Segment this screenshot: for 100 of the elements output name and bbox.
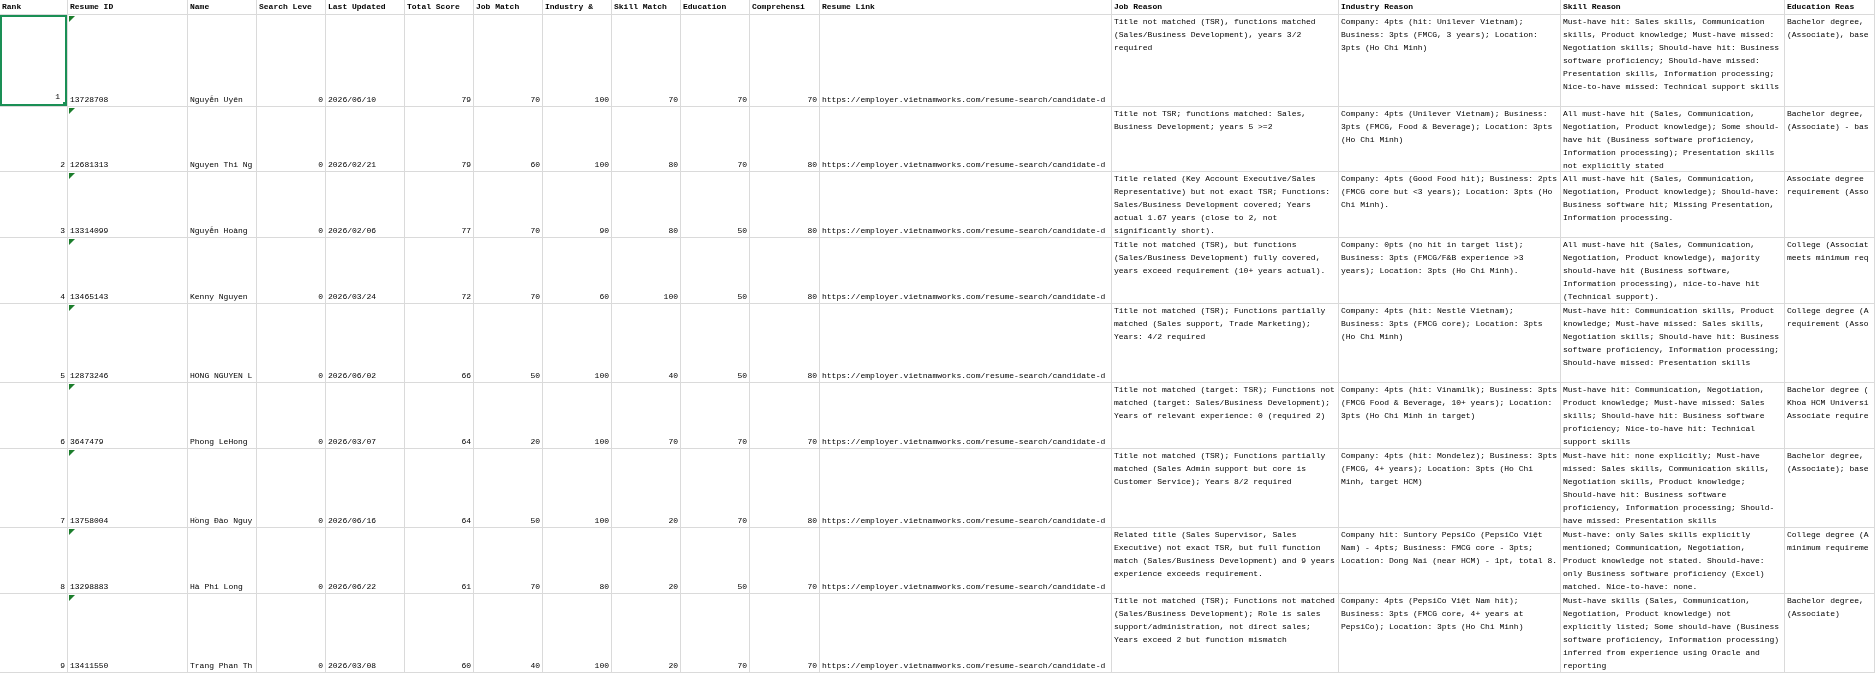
- table-cell: Company hit: Suntory PepsiCo (PepsiCo Việt Nam) - 4pts; Business: FMCG core - 3pts; Location: Dong Nai (near HCM) - 1pt, total 8.: [1339, 528, 1561, 594]
- column-header: Resume Link: [820, 0, 1112, 15]
- table-cell: 70: [681, 107, 750, 172]
- column-header: Skill Match: [612, 0, 681, 15]
- table-cell: Company: 4pts (hit: Nestlé Vietnam); Business: 3pts (FMCG core); Location: 3pts (Ho Chi Minh): [1339, 304, 1561, 383]
- column-header: Job Reason: [1112, 0, 1339, 15]
- column-header: Comprehensi: [750, 0, 820, 15]
- table-cell: 0: [257, 594, 326, 673]
- table-cell: Related title (Sales Supervisor, Sales Executive) not exact TSR, but full function match (Sales/Business Development) and 9 years experience exceeds requirement.: [1112, 528, 1339, 594]
- table-cell[interactable]: 9: [0, 594, 68, 673]
- table-cell: 50: [681, 304, 750, 383]
- table-cell: 80: [543, 528, 612, 594]
- table-cell: 0: [257, 15, 326, 107]
- table-cell: Company: 4pts (Unilever Vietnam); Business: 3pts (FMCG, Food & Beverage); Location: 3pts (Ho Chi Minh): [1339, 107, 1561, 172]
- table-cell: 66: [405, 304, 474, 383]
- table-cell: College degree (A minimum requireme: [1785, 528, 1875, 594]
- table-cell: 70: [681, 449, 750, 528]
- table-cell: https://employer.vietnamworks.com/resume-search/candidate-d: [820, 304, 1112, 383]
- table-cell: 2026/06/22: [326, 528, 405, 594]
- table-cell: 13411550: [68, 594, 188, 673]
- table-cell: 12873246: [68, 304, 188, 383]
- table-cell: 80: [750, 238, 820, 304]
- table-cell: 100: [543, 304, 612, 383]
- table-cell: 60: [543, 238, 612, 304]
- table-cell: 13465143: [68, 238, 188, 304]
- column-header: Last Updated: [326, 0, 405, 15]
- table-cell: 90: [543, 172, 612, 238]
- column-header: Skill Reason: [1561, 0, 1785, 15]
- table-cell: 70: [750, 383, 820, 449]
- table-cell: Company: 4pts (hit: Mondelez); Business: 3pts (FMCG, 4+ years); Location: 3pts (Ho Chi Minh, target HCM): [1339, 449, 1561, 528]
- table-cell: Company: 4pts (Good Food hit); Business: 2pts (FMCG core but <3 years); Location: 3pts (Ho Chi Minh).: [1339, 172, 1561, 238]
- table-cell: Hà Phi Long: [188, 528, 257, 594]
- table-cell: 70: [612, 15, 681, 107]
- table-cell: Must-have hit: none explicitly; Must-have missed: Sales skills, Communication skills, Negotiation skills, Product knowledge; Should-have hit: Business software proficiency, Information processing; Should-have missed: Presentation skills: [1561, 449, 1785, 528]
- table-cell: 0: [257, 383, 326, 449]
- table-cell: 50: [474, 449, 543, 528]
- column-header: Job Match: [474, 0, 543, 15]
- table-cell: 80: [750, 172, 820, 238]
- table-cell[interactable]: 1: [0, 15, 68, 107]
- table-cell[interactable]: 3: [0, 172, 68, 238]
- column-header: Industry &: [543, 0, 612, 15]
- table-cell: 80: [750, 107, 820, 172]
- table-cell: Title not matched (TSR); Functions partially matched (Sales Admin support but core is Customer Service); Years 8/2 required: [1112, 449, 1339, 528]
- table-cell[interactable]: 8: [0, 528, 68, 594]
- table-cell: Bachelor degree, (Associate), base: [1785, 15, 1875, 107]
- table-cell: 20: [612, 528, 681, 594]
- table-cell: 100: [543, 594, 612, 673]
- table-cell: 0: [257, 172, 326, 238]
- table-cell: 77: [405, 172, 474, 238]
- table-cell: 2026/03/24: [326, 238, 405, 304]
- table-cell: 0: [257, 449, 326, 528]
- table-cell[interactable]: 6: [0, 383, 68, 449]
- table-cell: 50: [474, 304, 543, 383]
- table-cell: https://employer.vietnamworks.com/resume-search/candidate-d: [820, 172, 1112, 238]
- table-cell: 0: [257, 528, 326, 594]
- column-header: Education Reas: [1785, 0, 1875, 15]
- table-cell: Company: 0pts (no hit in target list); Business: 3pts (FMCG/F&B experience >3 years); Location: 3pts (Ho Chi Minh).: [1339, 238, 1561, 304]
- table-cell[interactable]: 7: [0, 449, 68, 528]
- table-cell: 64: [405, 449, 474, 528]
- table-cell: Must-have: only Sales skills explicitly mentioned; Communication, Negotiation, Product knowledge not stated. Should-have: only Business software proficiency (Excel) matched. Nice-to-have: none.: [1561, 528, 1785, 594]
- table-cell: 70: [681, 383, 750, 449]
- table-cell: Bachelor degree, (Associate) - bas: [1785, 107, 1875, 172]
- table-cell: Phong LeHong: [188, 383, 257, 449]
- table-cell: 61: [405, 528, 474, 594]
- table-cell[interactable]: 4: [0, 238, 68, 304]
- table-cell: Kenny Nguyen: [188, 238, 257, 304]
- table-cell: 70: [750, 594, 820, 673]
- table-cell: Title not matched (TSR), but functions (Sales/Business Development) fully covered, years exceed requirement (10+ years actual).: [1112, 238, 1339, 304]
- table-cell: 20: [474, 383, 543, 449]
- table-cell: Company: 4pts (hit: Unilever Vietnam); Business: 3pts (FMCG, 3 years); Location: 3pts (Ho Chi Minh): [1339, 15, 1561, 107]
- table-cell: 70: [750, 528, 820, 594]
- table-cell: 70: [474, 15, 543, 107]
- table-cell: 60: [405, 594, 474, 673]
- table-cell: Must-have skills (Sales, Communication, Negotiation, Product knowledge) not explicitly listed; Some should-have (Business software proficiency, Information processing) inferred from experience using Oracle and reporting: [1561, 594, 1785, 673]
- table-cell: Title not matched (TSR), functions matched (Sales/Business Development), years 3/2 required: [1112, 15, 1339, 107]
- table-cell[interactable]: 2: [0, 107, 68, 172]
- table-cell: 13728708: [68, 15, 188, 107]
- table-cell: 79: [405, 107, 474, 172]
- column-header: Resume ID: [68, 0, 188, 15]
- table-cell: Title related (Key Account Executive/Sales Representative) but not exact TSR; Functions: Sales/Business Development covered; Years actual 1.67 years (close to 2, not significantly short).: [1112, 172, 1339, 238]
- table-cell[interactable]: 5: [0, 304, 68, 383]
- column-header: Rank: [0, 0, 68, 15]
- table-cell: 100: [543, 15, 612, 107]
- table-cell: 40: [612, 304, 681, 383]
- table-cell: 2026/03/08: [326, 594, 405, 673]
- table-cell: 40: [474, 594, 543, 673]
- column-header: Education: [681, 0, 750, 15]
- table-cell: 70: [474, 528, 543, 594]
- table-cell: 50: [681, 528, 750, 594]
- table-cell: Company: 4pts (hit: Vinamilk); Business: 3pts (FMCG Food & Beverage, 10+ years); Location: 3pts (Ho Chi Minh in target): [1339, 383, 1561, 449]
- table-cell: 2026/06/10: [326, 15, 405, 107]
- table-cell: https://employer.vietnamworks.com/resume-search/candidate-d: [820, 238, 1112, 304]
- table-cell: 0: [257, 107, 326, 172]
- table-cell: Associate degree requirement (Asso: [1785, 172, 1875, 238]
- table-cell: 72: [405, 238, 474, 304]
- table-cell: 80: [750, 449, 820, 528]
- table-cell: 100: [543, 449, 612, 528]
- table-cell: 70: [474, 172, 543, 238]
- table-cell: Bachelor degree, (Associate); base: [1785, 449, 1875, 528]
- column-header: Search Leve: [257, 0, 326, 15]
